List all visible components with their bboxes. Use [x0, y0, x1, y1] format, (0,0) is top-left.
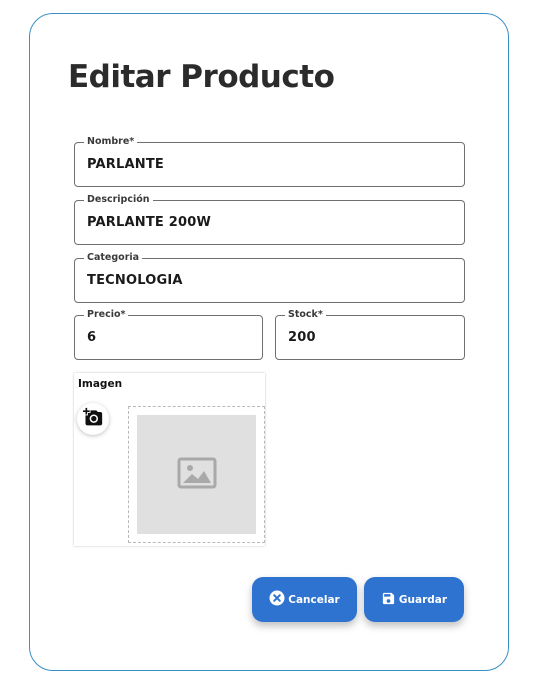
page-title: Editar Producto [68, 59, 335, 95]
add-photo-button[interactable] [77, 403, 109, 435]
stock-label: Stock* [285, 308, 326, 322]
descripcion-label: Descripción [84, 193, 153, 207]
image-preview-frame [128, 406, 265, 543]
image-label: Imagen [78, 378, 123, 390]
nombre-field[interactable]: Nombre* PARLANTE [74, 135, 465, 187]
precio-field[interactable]: Precio* 6 [74, 308, 263, 360]
save-button[interactable]: Guardar [364, 577, 464, 622]
precio-value: 6 [87, 330, 97, 345]
image-placeholder-icon [177, 457, 217, 493]
edit-product-card: Editar Producto Nombre* PARLANTE Descrip… [29, 13, 509, 671]
add-photo-icon [83, 407, 103, 431]
stock-value: 200 [288, 330, 316, 345]
categoria-label: Categoria [84, 251, 143, 265]
image-upload-panel: Imagen [74, 373, 265, 546]
cancel-button[interactable]: Cancelar [252, 577, 357, 622]
image-preview [137, 415, 256, 534]
categoria-value: TECNOLOGIA [87, 273, 183, 288]
stock-field[interactable]: Stock* 200 [275, 308, 465, 360]
cancel-label: Cancelar [288, 593, 340, 606]
cancel-circle-icon [269, 590, 285, 609]
precio-label: Precio* [84, 308, 129, 322]
descripcion-value: PARLANTE 200W [87, 215, 211, 230]
categoria-field[interactable]: Categoria TECNOLOGIA [74, 251, 465, 303]
nombre-value: PARLANTE [87, 157, 164, 172]
descripcion-field[interactable]: Descripción PARLANTE 200W [74, 193, 465, 245]
save-floppy-icon [381, 591, 396, 609]
nombre-label: Nombre* [84, 135, 138, 149]
save-label: Guardar [398, 593, 448, 606]
